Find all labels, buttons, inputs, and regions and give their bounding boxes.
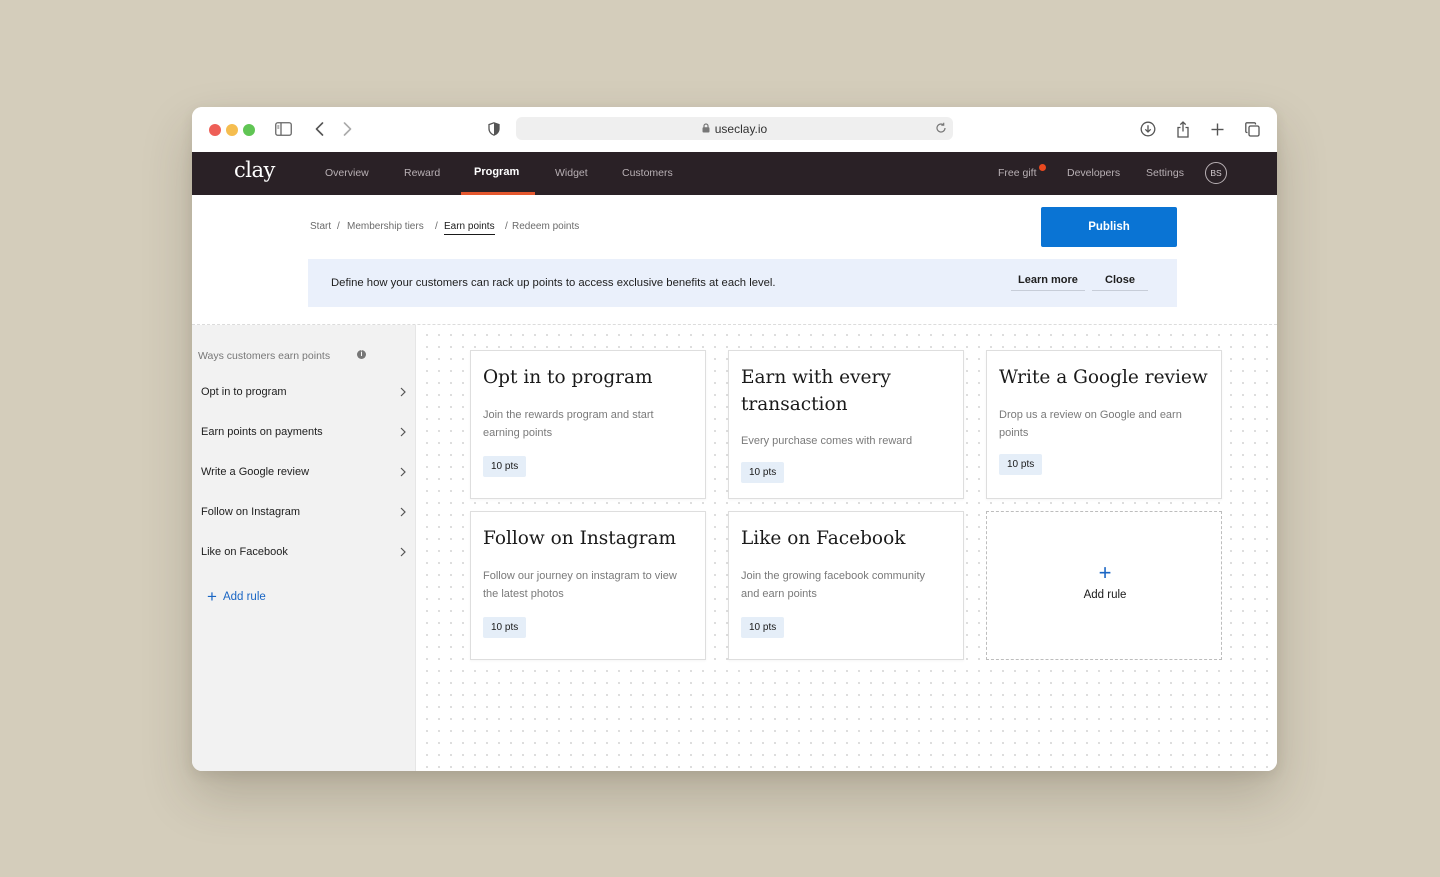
rule-card-google-review[interactable]: Write a Google review Drop us a review o… — [986, 350, 1222, 499]
sidebar-item-facebook[interactable]: Like on Facebook — [201, 546, 406, 558]
breadcrumb-separator: / — [337, 221, 340, 232]
browser-window: useclay.io clay Overview Reward Program … — [192, 107, 1277, 771]
breadcrumb-separator: / — [505, 221, 508, 232]
sidebar-toggle-icon[interactable] — [275, 120, 292, 138]
new-tab-icon[interactable] — [1211, 120, 1224, 138]
card-description: Drop us a review on Google and earn poin… — [999, 409, 1182, 439]
nav-widget[interactable]: Widget — [555, 167, 588, 179]
breadcrumb-earn-points[interactable]: Earn points — [444, 221, 495, 235]
rule-card-facebook[interactable]: Like on Facebook Join the growing facebo… — [728, 511, 964, 660]
download-icon[interactable] — [1140, 120, 1156, 138]
lock-icon — [702, 122, 710, 136]
sidebar-item-label: Earn points on payments — [201, 426, 323, 438]
nav-overview[interactable]: Overview — [325, 167, 369, 179]
add-rule-label: Add rule — [222, 590, 266, 603]
sidebar-item-label: Write a Google review — [201, 466, 310, 478]
sidebar-add-rule-button[interactable]: + Add rule — [207, 588, 266, 605]
share-icon[interactable] — [1176, 120, 1190, 138]
plus-icon: + — [207, 587, 217, 606]
breadcrumb-redeem-points[interactable]: Redeem points — [512, 221, 579, 232]
nav-free-gift[interactable]: Free gift — [998, 167, 1037, 179]
privacy-shield-icon[interactable] — [488, 120, 500, 138]
sidebar-item-instagram[interactable]: Follow on Instagram — [201, 506, 406, 518]
points-badge: 10 pts — [741, 462, 785, 483]
banner-text: Define how your customers can rack up po… — [331, 277, 776, 289]
notification-dot — [1039, 164, 1046, 171]
nav-customers[interactable]: Customers — [622, 167, 673, 179]
card-description: Follow our journey on instagram to view … — [483, 570, 677, 600]
rule-card-transaction[interactable]: Earn with every transaction Every purcha… — [728, 350, 964, 499]
sidebar-item-label: Follow on Instagram — [201, 506, 301, 518]
sidebar-item-label: Opt in to program — [201, 386, 287, 398]
forward-arrow-icon[interactable] — [343, 120, 352, 138]
add-rule-card[interactable]: + Add rule — [986, 511, 1222, 660]
tab-overview-icon[interactable] — [1245, 120, 1260, 138]
sidebar-item-opt-in[interactable]: Opt in to program — [201, 386, 406, 398]
points-badge: 10 pts — [741, 617, 785, 638]
browser-toolbar: useclay.io — [192, 107, 1277, 152]
nav-settings[interactable]: Settings — [1146, 167, 1184, 179]
close-window-button[interactable] — [209, 124, 221, 136]
back-arrow-icon[interactable] — [315, 120, 324, 138]
points-badge: 10 pts — [483, 456, 527, 477]
nav-program[interactable]: Program — [474, 166, 519, 178]
card-description: Every purchase comes with reward — [741, 435, 913, 447]
info-icon[interactable]: i — [357, 350, 366, 359]
clay-logo[interactable]: clay — [234, 158, 275, 182]
app-navbar: clay Overview Reward Program Widget Cust… — [192, 152, 1277, 195]
points-badge: 10 pts — [483, 617, 527, 638]
rule-card-instagram[interactable]: Follow on Instagram Follow our journey o… — [470, 511, 706, 660]
chevron-right-icon — [400, 507, 406, 520]
info-banner: Define how your customers can rack up po… — [308, 259, 1177, 307]
sidebar-item-payments[interactable]: Earn points on payments — [201, 426, 406, 438]
publish-button[interactable]: Publish — [1041, 207, 1177, 247]
chevron-right-icon — [400, 387, 406, 400]
card-description: Join the growing facebook community and … — [741, 570, 926, 600]
card-title: Opt in to program — [483, 367, 653, 388]
rules-sidebar: Ways customers earn points i Opt in to p… — [192, 325, 416, 771]
maximize-window-button[interactable] — [243, 124, 255, 136]
breadcrumb-start[interactable]: Start — [310, 221, 331, 232]
chevron-right-icon — [400, 547, 406, 560]
user-avatar[interactable]: BS — [1205, 162, 1227, 184]
minimize-window-button[interactable] — [226, 124, 238, 136]
breadcrumb-separator: / — [435, 221, 438, 232]
chevron-right-icon — [400, 467, 406, 480]
rule-card-opt-in[interactable]: Opt in to program Join the rewards progr… — [470, 350, 706, 499]
card-title: Follow on Instagram — [483, 528, 677, 549]
sidebar-title: Ways customers earn points — [198, 350, 331, 362]
rules-canvas: Opt in to program Join the rewards progr… — [417, 325, 1277, 771]
chevron-right-icon — [400, 427, 406, 440]
card-title: Like on Facebook — [741, 528, 906, 549]
breadcrumb-membership-tiers[interactable]: Membership tiers — [347, 221, 424, 232]
nav-developers[interactable]: Developers — [1067, 167, 1120, 179]
url-text: useclay.io — [714, 121, 768, 136]
close-banner-button[interactable]: Close — [1092, 274, 1148, 291]
nav-reward[interactable]: Reward — [404, 167, 440, 179]
learn-more-button[interactable]: Learn more — [1011, 274, 1085, 291]
sidebar-item-label: Like on Facebook — [201, 546, 288, 558]
add-rule-label: Add rule — [1083, 589, 1127, 601]
plus-icon: + — [1098, 560, 1112, 585]
reload-icon[interactable] — [935, 122, 947, 137]
points-badge: 10 pts — [999, 454, 1043, 475]
active-tab-indicator — [461, 192, 535, 195]
address-bar[interactable]: useclay.io — [516, 117, 953, 140]
card-title: Write a Google review — [999, 367, 1208, 388]
card-description: Join the rewards program and start earni… — [483, 409, 654, 439]
card-title: Earn with every transaction — [741, 367, 891, 415]
sidebar-item-google-review[interactable]: Write a Google review — [201, 466, 406, 478]
